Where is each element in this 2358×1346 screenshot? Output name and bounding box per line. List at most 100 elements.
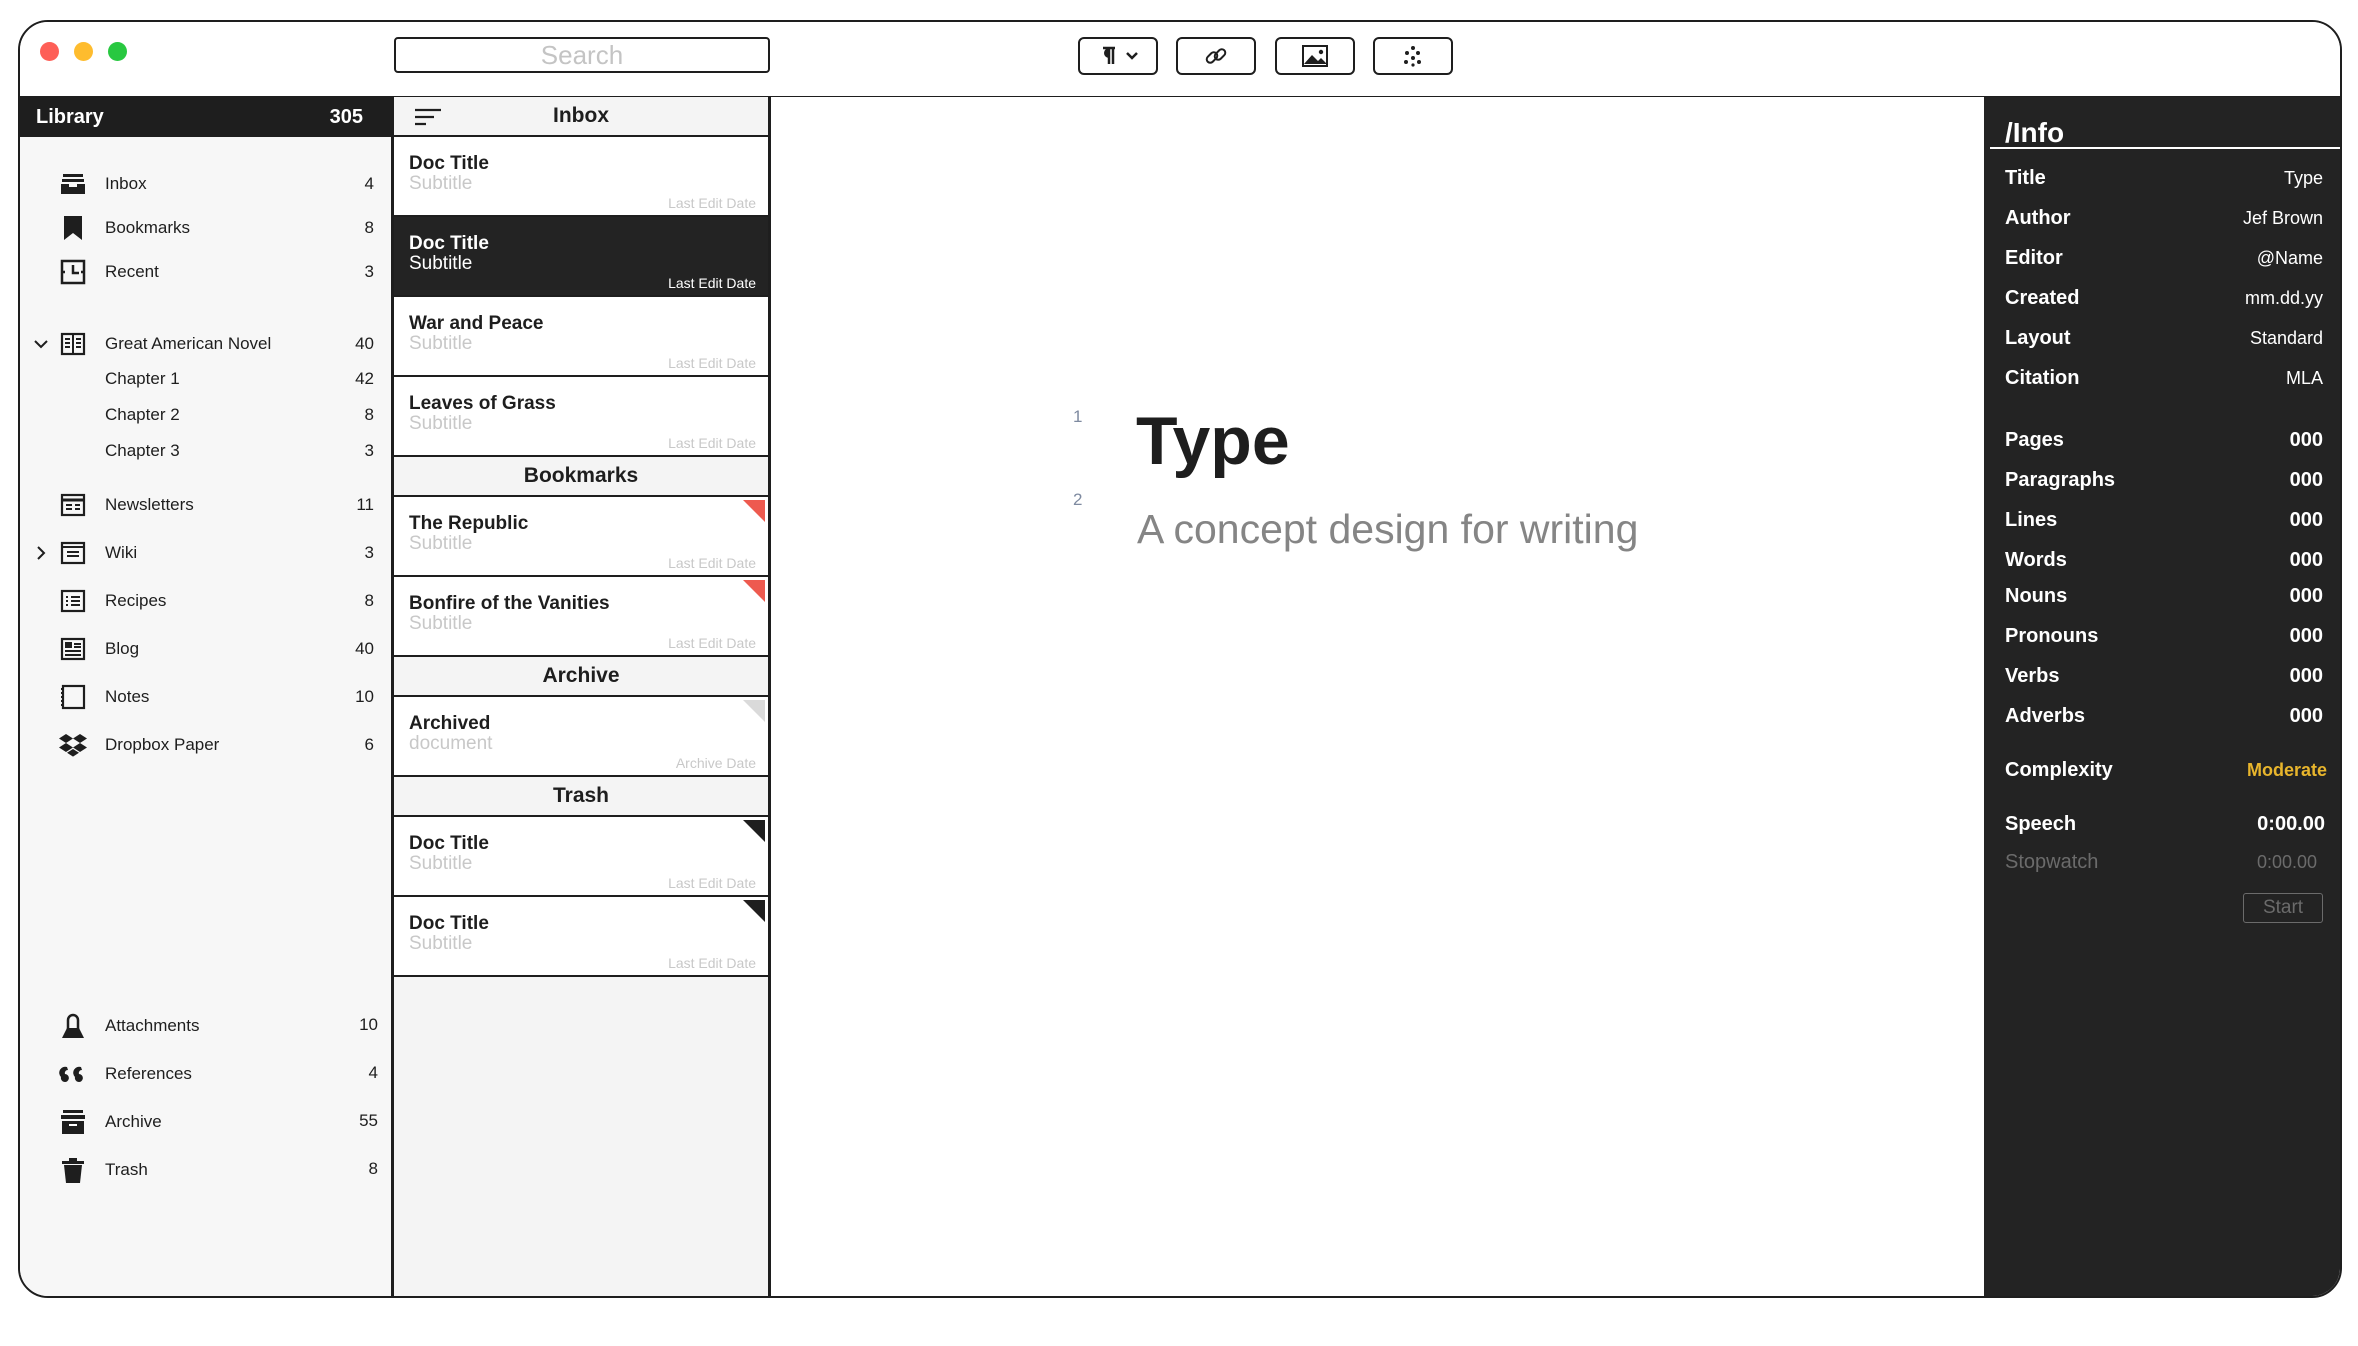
sidebar-item-chapter-3[interactable]: Chapter 3 3 [20,434,380,468]
sidebar-item-count: 8 [368,1159,378,1178]
titlebar [20,22,2340,99]
sidebar-item-dropbox-paper[interactable]: Dropbox Paper 6 [20,728,380,762]
stat-row-adverbs: Adverbs 000 [2005,701,2323,731]
doc-item[interactable]: Archived document Archive Date [394,697,768,777]
stat-value: 000 [2289,584,2323,607]
sidebar-item-label: Chapter 2 [105,405,180,424]
document-title[interactable]: Type [1136,407,1290,475]
insert-image-button[interactable] [1275,37,1355,75]
doc-date: Last Edit Date [668,875,756,891]
sidebar-item-count: 8 [364,591,374,610]
sidebar-item-wiki[interactable]: Wiki 3 [20,536,380,570]
sidebar-item-label: Trash [105,1160,148,1179]
speech-row: Speech 0:00.00 [2005,809,2325,839]
sidebar-item-recent[interactable]: Recent 3 [20,255,380,289]
info-key: Editor [2005,246,2063,269]
search-input[interactable] [396,39,768,71]
sidebar-item-inbox[interactable]: Inbox 4 [20,167,380,201]
sidebar-item-great-american-novel[interactable]: Great American Novel 40 [20,327,380,361]
doc-item-selected[interactable]: Doc Title Subtitle Last Edit Date [394,217,768,297]
stat-row-lines: Lines 000 [2005,505,2323,535]
chevron-down-icon[interactable] [34,337,48,351]
doc-item[interactable]: Bonfire of the Vanities Subtitle Last Ed… [394,577,768,657]
sidebar-item-bookmarks[interactable]: Bookmarks 8 [20,211,380,245]
sidebar-item-label: Chapter 3 [105,441,180,460]
doc-title: Doc Title [409,913,489,934]
sidebar-item-label: Great American Novel [105,334,272,353]
dropbox-icon [58,730,88,760]
link-button[interactable] [1176,37,1256,75]
sidebar-item-label: Recipes [105,591,167,610]
sidebar-item-count: 3 [364,441,374,460]
bookmarks-section-header: Bookmarks [394,457,768,497]
complexity-value: Moderate [2246,759,2327,780]
doc-title: Bonfire of the Vanities [409,593,610,614]
doc-item[interactable]: War and Peace Subtitle Last Edit Date [394,297,768,377]
stat-value: 000 [2289,468,2323,491]
sidebar-item-chapter-1[interactable]: Chapter 1 42 [20,362,380,396]
doc-subtitle: Subtitle [409,533,473,554]
sidebar-item-count: 4 [364,174,374,193]
paragraph-style-button[interactable] [1078,37,1158,75]
editor-canvas[interactable]: 1 2 Type A concept design for writing [771,97,1984,1296]
document-list: Inbox Doc Title Subtitle Last Edit Date … [394,97,771,1296]
sidebar-item-label: Newsletters [105,495,194,514]
info-value: Jef Brown [2242,207,2323,228]
sidebar-item-label: Recent [105,262,159,281]
sidebar-item-count: 3 [364,543,374,562]
info-key: Author [2005,206,2071,229]
doc-date: Last Edit Date [668,955,756,971]
document-subtitle[interactable]: A concept design for writing [1137,509,1638,550]
section-title: Trash [552,784,610,807]
sidebar-item-references[interactable]: References 4 [20,1057,380,1091]
doc-subtitle: document [409,733,493,754]
ai-assist-button[interactable] [1373,37,1453,75]
sidebar-item-attachments[interactable]: Attachments 10 [20,1009,380,1043]
section-title: Archive [542,664,620,687]
sidebar-item-count: 42 [355,369,374,388]
doc-item[interactable]: Doc Title Subtitle Last Edit Date [394,817,768,897]
zoom-window-button[interactable] [108,42,127,61]
sidebar-item-blog[interactable]: Blog 40 [20,632,380,666]
sidebar-item-count: 8 [364,218,374,237]
sidebar-item-archive[interactable]: Archive 55 [20,1105,380,1139]
stat-row-pages: Pages 000 [2005,425,2323,455]
sidebar-item-newsletters[interactable]: Newsletters 11 [20,488,380,522]
sort-icon[interactable] [414,107,442,133]
close-window-button[interactable] [40,42,59,61]
stopwatch-start-button[interactable]: Start [2243,893,2323,923]
search-box[interactable] [394,37,770,73]
doc-item[interactable]: Doc Title Subtitle Last Edit Date [394,897,768,977]
info-key: Created [2005,286,2080,309]
info-value: @Name [2256,247,2323,268]
chevron-right-icon[interactable] [34,546,48,560]
sidebar-item-recipes[interactable]: Recipes 8 [20,584,380,618]
sidebar-item-trash[interactable]: Trash 8 [20,1153,380,1187]
doc-item[interactable]: Leaves of Grass Subtitle Last Edit Date [394,377,768,457]
doc-date: Last Edit Date [668,275,756,291]
stat-key: Verbs [2005,664,2060,687]
doc-subtitle: Subtitle [409,173,473,194]
sidebar-item-notes[interactable]: Notes 10 [20,680,380,714]
stat-key: Pronouns [2005,624,2099,647]
doc-date: Last Edit Date [668,555,756,571]
doc-subtitle: Subtitle [409,613,473,634]
sidebar-item-chapter-2[interactable]: Chapter 2 8 [20,398,380,432]
minimize-window-button[interactable] [74,42,93,61]
sidebar-item-count: 10 [355,687,374,706]
doc-title: Doc Title [409,153,489,174]
stat-key: Words [2005,548,2067,571]
doc-item[interactable]: The Republic Subtitle Last Edit Date [394,497,768,577]
library-title: Library [36,105,104,128]
info-title: /Info [2005,117,2065,148]
stat-row-paragraphs: Paragraphs 000 [2005,465,2323,495]
doc-date: Last Edit Date [668,355,756,371]
doc-title: The Republic [409,513,529,534]
info-row-editor: Editor @Name [2005,243,2323,273]
sidebar-item-label: Chapter 1 [105,369,180,388]
doc-item[interactable]: Doc Title Subtitle Last Edit Date [394,137,768,217]
info-row-layout: Layout Standard [2005,323,2323,353]
speech-value: 0:00.00 [2257,812,2325,835]
info-panel: /Info Title Type Author Jef Brown Editor @N… [1984,97,2340,1296]
bookmark-flag-icon [743,580,765,602]
